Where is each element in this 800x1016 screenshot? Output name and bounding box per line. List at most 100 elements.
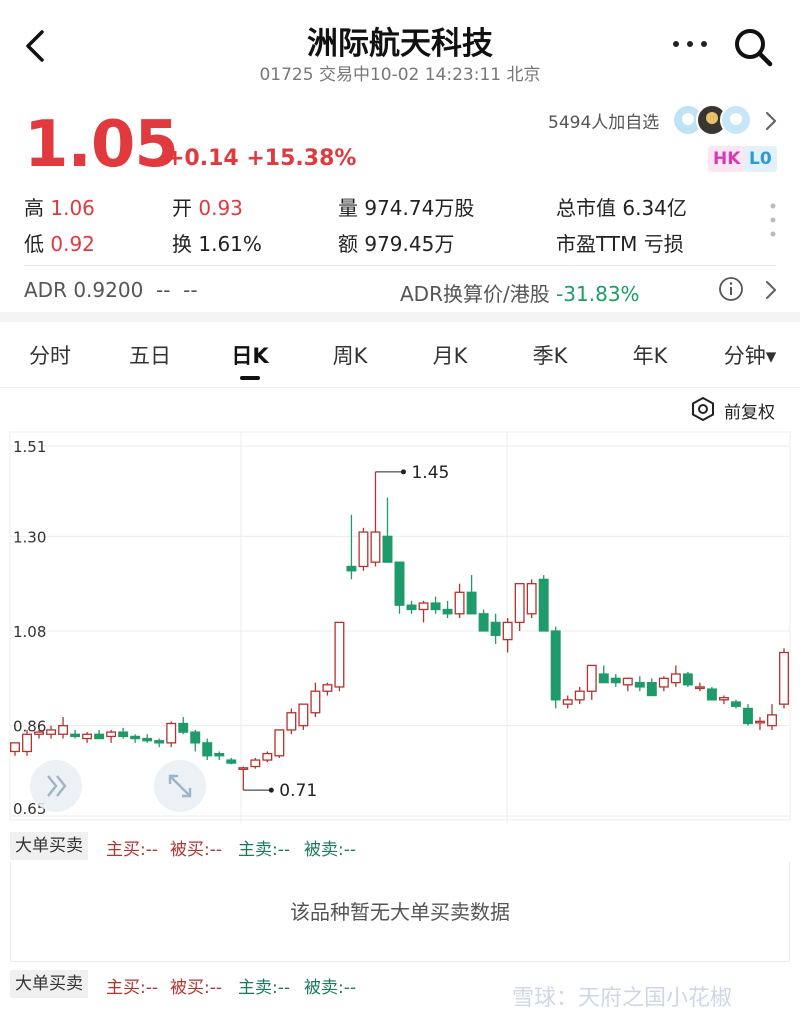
tab-minutes-dropdown[interactable]: 分钟▾	[700, 340, 800, 370]
candle-body	[406, 604, 417, 611]
stat-amount: 额 979.45万	[338, 232, 455, 256]
candle-body	[34, 731, 45, 735]
candle-body	[478, 613, 489, 632]
chevron-right-icon[interactable]	[764, 110, 778, 132]
scroll-left-button[interactable]	[30, 760, 82, 812]
candle-body	[358, 531, 369, 568]
candle-body	[106, 731, 117, 738]
candle-body	[10, 742, 20, 753]
candle-body	[46, 729, 57, 735]
candle-body	[718, 697, 729, 701]
candle-body	[202, 742, 213, 757]
candle-body	[82, 733, 93, 740]
stat-open: 开 0.93	[172, 192, 243, 221]
candle-body	[754, 720, 765, 724]
candle-body	[190, 731, 201, 744]
candle-body	[226, 759, 237, 764]
candle-body	[274, 729, 285, 757]
main-sell: 主卖:--	[238, 840, 290, 860]
last-price: 1.05	[24, 108, 179, 182]
candle-body	[298, 703, 309, 727]
chart-frame	[9, 431, 791, 821]
candle-body	[418, 602, 429, 611]
price-annotations: 1.45 0.71	[243, 463, 449, 801]
candle-body	[706, 688, 717, 701]
candle-body	[730, 701, 741, 707]
main-buy: 主买:--	[106, 978, 158, 998]
candle-body	[586, 664, 597, 692]
candle-body	[598, 673, 609, 684]
search-icon[interactable]	[732, 26, 774, 68]
annotation-label: 0.71	[279, 781, 317, 801]
candle-body	[610, 677, 621, 684]
passive-buy: 被买:--	[170, 840, 222, 860]
forward-adjust-toggle[interactable]: 前复权	[724, 398, 775, 423]
annotation-label: 1.45	[411, 463, 449, 483]
passive-sell: 被卖:--	[304, 978, 356, 998]
candle-body	[574, 690, 585, 701]
tab-intraday[interactable]: 分时	[0, 340, 100, 370]
candle-body	[526, 583, 537, 615]
candle-body	[214, 752, 225, 757]
stat-high-label: 高	[24, 196, 44, 220]
stat-market-cap: 总市值 6.34亿	[556, 196, 687, 220]
chevron-right-icon[interactable]	[764, 279, 778, 301]
y-tick-label: 1.30	[13, 528, 46, 546]
level-badge-l0: L0	[744, 146, 777, 172]
candle-body	[238, 767, 249, 770]
fullscreen-expand-icon[interactable]	[154, 760, 206, 812]
active-tab-indicator	[240, 376, 260, 380]
candle-body	[142, 737, 153, 742]
stat-low: 低 0.92	[24, 228, 95, 257]
tab-yearly-k[interactable]: 年K	[600, 340, 700, 370]
adr-conversion-value: -31.83%	[556, 282, 640, 306]
stat-turnover: 换 1.61%	[172, 232, 262, 256]
tab-weekly-k[interactable]: 周K	[300, 340, 400, 370]
candle-body	[310, 690, 321, 714]
info-icon[interactable]	[718, 276, 744, 302]
market-badge-hk: HK	[708, 146, 746, 172]
candle-body	[334, 621, 345, 688]
adjust-settings-icon[interactable]	[690, 396, 716, 422]
candle-body	[70, 733, 81, 738]
daily-k-chart[interactable]: 1.511.301.080.860.65 1.450.71	[0, 428, 800, 828]
candle-body	[130, 735, 141, 740]
candle-body	[670, 673, 681, 684]
follower-avatars[interactable]	[672, 104, 754, 136]
candle-body	[550, 630, 561, 701]
tab-quarterly-k[interactable]: 季K	[500, 340, 600, 370]
candle-body	[490, 621, 501, 636]
candle-body	[382, 535, 393, 563]
candle-body	[562, 699, 573, 705]
candle-body	[442, 608, 453, 615]
watchlist-count[interactable]: 5494人加自选	[548, 108, 659, 133]
stat-low-label: 低	[24, 232, 44, 256]
stat-volume: 量 974.74万股	[338, 196, 475, 220]
tab-monthly-k[interactable]: 月K	[400, 340, 500, 370]
annotation-dot	[400, 469, 406, 475]
empty-state-message: 该品种暂无大单买卖数据	[290, 900, 510, 924]
candle-body	[694, 686, 705, 690]
y-tick-label: 1.08	[13, 623, 46, 641]
stat-high-value: 1.06	[50, 196, 95, 220]
stat-open-value: 0.93	[198, 196, 243, 220]
tab-daily-k[interactable]: 日K	[200, 340, 300, 370]
candle-body	[94, 733, 105, 740]
expand-stats-icon[interactable]	[768, 202, 778, 238]
candle-body	[58, 725, 69, 735]
candle-body	[430, 602, 441, 611]
more-options-icon[interactable]	[670, 34, 710, 54]
candle-body	[22, 733, 32, 753]
candle-body	[658, 677, 669, 688]
large-order-tag[interactable]: 大单买卖	[10, 832, 88, 860]
large-order-tag[interactable]: 大单买卖	[10, 970, 88, 998]
tab-five-day[interactable]: 五日	[100, 340, 200, 370]
stat-pe-ttm: 市盈TTM 亏损	[556, 232, 684, 256]
candle-body	[370, 531, 381, 563]
stat-low-value: 0.92	[50, 232, 95, 256]
candle-body	[742, 707, 753, 725]
candle-body	[322, 684, 333, 692]
candle-body	[166, 722, 177, 744]
passive-sell: 被卖:--	[304, 840, 356, 860]
candle-body	[682, 673, 693, 686]
